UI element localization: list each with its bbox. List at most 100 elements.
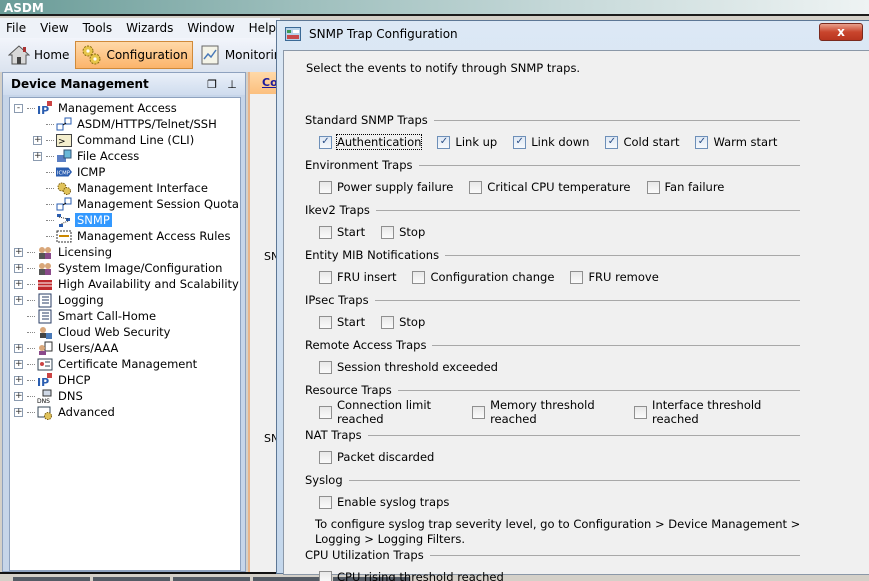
- trap-checkbox-item[interactable]: Critical CPU temperature: [469, 180, 631, 194]
- trap-checkbox-item[interactable]: Session threshold exceeded: [319, 360, 498, 374]
- expand-icon[interactable]: +: [33, 151, 42, 161]
- expand-icon[interactable]: +: [14, 391, 23, 401]
- menu-help[interactable]: Help: [249, 21, 276, 35]
- trap-checkbox-item[interactable]: FRU remove: [570, 270, 659, 284]
- menu-wizards[interactable]: Wizards: [126, 21, 173, 35]
- checkbox-unchecked[interactable]: [319, 495, 332, 509]
- checkbox-unchecked[interactable]: [472, 405, 486, 419]
- trap-checkbox-item[interactable]: ✓ Link up: [437, 135, 497, 149]
- expand-icon[interactable]: +: [14, 343, 23, 353]
- expand-icon[interactable]: +: [14, 407, 23, 417]
- tree-item[interactable]: ICMP ICMP: [10, 164, 240, 180]
- expand-icon[interactable]: +: [14, 359, 23, 369]
- checkbox-unchecked[interactable]: [319, 315, 332, 329]
- trap-checkbox-item[interactable]: ✓ Authentication: [319, 134, 423, 150]
- bottom-tab[interactable]: [173, 577, 250, 581]
- expand-icon[interactable]: +: [14, 375, 23, 385]
- expand-icon[interactable]: +: [14, 263, 23, 273]
- trap-checkbox-item[interactable]: Configuration change: [412, 270, 554, 284]
- bottom-tab[interactable]: [13, 577, 90, 581]
- tree-item[interactable]: Cloud Web Security: [10, 324, 240, 340]
- trap-checkbox-item[interactable]: ✓ Warm start: [695, 135, 777, 149]
- group-header: Entity MIB Notifications: [305, 248, 800, 262]
- trap-checkbox-item[interactable]: Enable syslog traps: [319, 495, 449, 509]
- bottom-tab[interactable]: [93, 577, 170, 581]
- checkbox-unchecked[interactable]: [570, 270, 584, 284]
- trap-checkbox-item[interactable]: Memory threshold reached: [472, 398, 618, 426]
- checkbox-checked[interactable]: ✓: [513, 135, 527, 149]
- tree-item[interactable]: Management Interface: [10, 180, 240, 196]
- group-header: Resource Traps: [305, 383, 800, 397]
- checkbox-unchecked[interactable]: [319, 270, 332, 284]
- tree-item[interactable]: + Users/AAA: [10, 340, 240, 356]
- tree-item[interactable]: + DNS DNS: [10, 388, 240, 404]
- tree-item[interactable]: + IP DHCP: [10, 372, 240, 388]
- home-button[interactable]: Home: [4, 41, 73, 69]
- checkbox-unchecked[interactable]: [319, 225, 332, 239]
- checkbox-unchecked[interactable]: [469, 180, 483, 194]
- users-icon: [37, 245, 53, 260]
- advanced-icon: [37, 405, 53, 420]
- checkbox-unchecked[interactable]: [319, 360, 332, 374]
- checkmark-icon: ✓: [607, 136, 617, 147]
- trap-checkbox-item[interactable]: CPU rising threshold reached: [319, 570, 504, 581]
- menu-tools[interactable]: Tools: [83, 21, 113, 35]
- tree-item[interactable]: ASDM/HTTPS/Telnet/SSH: [10, 116, 240, 132]
- tree-item[interactable]: + Advanced: [10, 404, 240, 420]
- tree-item[interactable]: + Logging: [10, 292, 240, 308]
- menu-file[interactable]: File: [6, 21, 26, 35]
- panel-header: Device Management ❐ ⊥: [3, 73, 245, 95]
- tree-item[interactable]: + Certificate Management: [10, 356, 240, 372]
- checkbox-checked[interactable]: ✓: [437, 135, 451, 149]
- checkbox-unchecked[interactable]: [381, 225, 395, 239]
- tree-connector: [46, 155, 54, 157]
- checkbox-unchecked[interactable]: [319, 450, 332, 464]
- checkbox-unchecked[interactable]: [646, 180, 660, 194]
- expand-icon[interactable]: +: [33, 135, 42, 145]
- checkbox-label: Stop: [399, 315, 426, 329]
- close-button[interactable]: x: [819, 23, 863, 41]
- trap-checkbox-item[interactable]: Stop: [381, 225, 425, 239]
- checkbox-checked[interactable]: ✓: [605, 135, 619, 149]
- tree-item[interactable]: + System Image/Configuration: [10, 260, 240, 276]
- tree-item[interactable]: + > Command Line (CLI): [10, 132, 240, 148]
- tree-item[interactable]: + High Availability and Scalability: [10, 276, 240, 292]
- trap-checkbox-item[interactable]: ✓ Link down: [513, 135, 589, 149]
- menu-window[interactable]: Window: [187, 21, 234, 35]
- pin-icon[interactable]: ⊥: [225, 78, 239, 91]
- collapse-icon[interactable]: -: [14, 103, 23, 113]
- trap-checkbox-item[interactable]: FRU insert: [319, 270, 396, 284]
- checkbox-unchecked[interactable]: [319, 405, 332, 419]
- tree-item[interactable]: Management Access Rules: [10, 228, 240, 244]
- checkbox-unchecked[interactable]: [319, 570, 332, 581]
- trap-checkbox-item[interactable]: Packet discarded: [319, 450, 434, 464]
- expand-icon[interactable]: +: [14, 247, 23, 257]
- trap-checkbox-item[interactable]: Stop: [381, 315, 425, 329]
- trap-checkbox-item[interactable]: Power supply failure: [319, 180, 453, 194]
- trap-checkbox-item[interactable]: ✓ Cold start: [605, 135, 679, 149]
- trap-checkbox-item[interactable]: Fan failure: [646, 180, 724, 194]
- menu-view[interactable]: View: [40, 21, 68, 35]
- checkbox-unchecked[interactable]: [381, 315, 395, 329]
- expand-icon[interactable]: +: [14, 279, 23, 289]
- trap-checkbox-item[interactable]: Start: [319, 315, 365, 329]
- checkbox-unchecked[interactable]: [319, 180, 332, 194]
- expand-icon[interactable]: +: [14, 295, 23, 305]
- tree-item[interactable]: - IP Management Access: [10, 100, 240, 116]
- tree-item[interactable]: Smart Call-Home: [10, 308, 240, 324]
- configuration-button[interactable]: Configuration: [75, 41, 193, 69]
- checkbox-checked[interactable]: ✓: [319, 135, 332, 149]
- tree-item[interactable]: Management Session Quota: [10, 196, 240, 212]
- tree-item[interactable]: SNMP: [10, 212, 240, 228]
- checkbox-unchecked[interactable]: [412, 270, 426, 284]
- group-header: Environment Traps: [305, 158, 800, 172]
- trap-checkbox-item[interactable]: Connection limit reached: [319, 398, 456, 426]
- tree-item[interactable]: + File Access: [10, 148, 240, 164]
- navigation-tree: - IP Management Access ASDM/HTTPS/Telnet/SS…: [9, 97, 241, 571]
- restore-icon[interactable]: ❐: [205, 78, 219, 91]
- tree-item[interactable]: + Licensing: [10, 244, 240, 260]
- trap-checkbox-item[interactable]: Start: [319, 225, 365, 239]
- checkbox-checked[interactable]: ✓: [695, 135, 709, 149]
- checkbox-unchecked[interactable]: [634, 405, 648, 419]
- trap-checkbox-item[interactable]: Interface threshold reached: [634, 398, 784, 426]
